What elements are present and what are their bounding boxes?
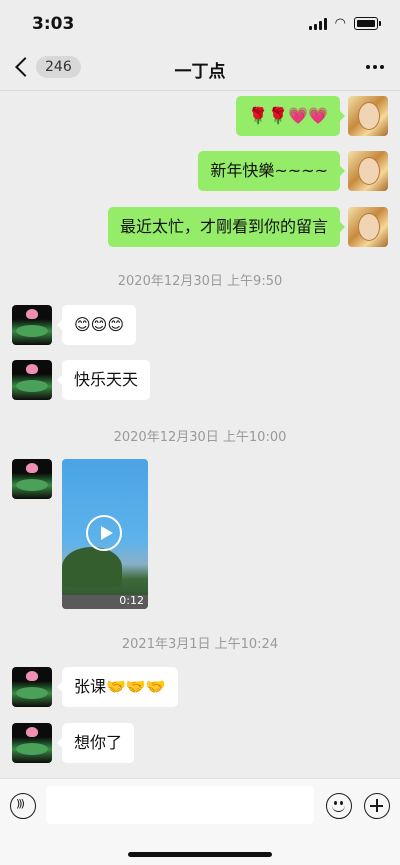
my-avatar[interactable] [348,96,388,136]
wifi-icon: ◠ [334,16,346,31]
battery-icon [354,17,381,30]
more-dots-icon[interactable] [366,65,384,69]
signal-icon [308,17,327,30]
contact-avatar[interactable] [12,360,52,400]
play-icon[interactable] [86,515,122,551]
message-bubble[interactable]: 😊😊😊 [56,305,137,345]
status-bar: 3:03 ◠ [0,0,400,46]
emoji-icon[interactable] [326,793,352,819]
contact-avatar[interactable] [12,667,52,707]
home-indicator[interactable] [128,852,272,857]
message-input[interactable] [46,786,314,824]
contact-avatar[interactable] [12,459,52,499]
video-message[interactable]: 0:12 [62,459,148,609]
voice-icon[interactable] [10,793,36,819]
chat-title: 一丁点 [174,62,226,82]
timestamp: 2020年12月30日 上午10:00 [113,430,287,445]
status-time: 3:03 [32,14,75,34]
nav-bar: 246 一丁点 [0,46,400,91]
message-bubble[interactable]: 🌹🌹💗💗 [236,96,345,136]
video-duration: 0:12 [119,594,144,607]
message-bubble[interactable]: 快乐天天 [56,360,151,400]
message-bubble[interactable]: 新年快樂~~~~ [198,151,345,191]
chat-area: 🌹🌹💗💗 新年快樂~~~~ 最近太忙，才剛看到你的留言 2020年12月30日 … [0,90,400,778]
contact-avatar[interactable] [12,305,52,345]
message-bubble[interactable]: 张课🤝🤝🤝 [57,667,178,707]
message-bubble[interactable]: 最近太忙，才剛看到你的留言 [107,207,346,247]
contact-avatar[interactable] [12,723,52,763]
timestamp: 2021年3月1日 上午10:24 [121,637,279,652]
my-avatar[interactable] [348,207,388,247]
my-avatar[interactable] [348,151,388,191]
timestamp: 2020年12月30日 上午9:50 [117,274,283,289]
plus-icon[interactable] [364,793,390,819]
message-bubble[interactable]: 想你了 [56,723,135,763]
